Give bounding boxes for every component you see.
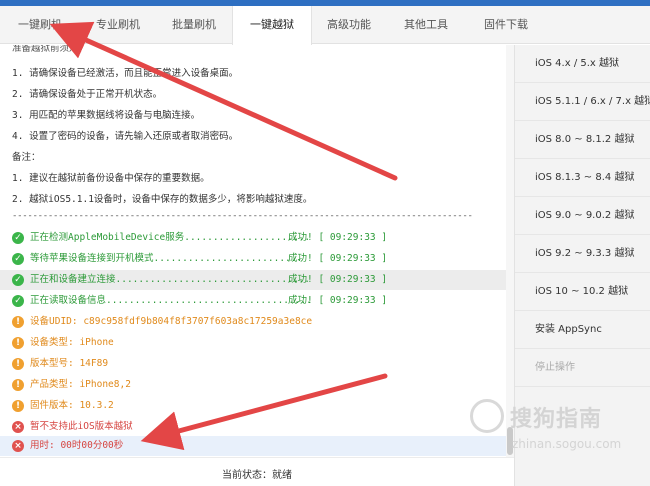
note-line: 备注： bbox=[12, 152, 41, 163]
log-scrollbar[interactable] bbox=[506, 45, 514, 457]
sogou-logo-icon bbox=[470, 399, 504, 433]
info-alert-icon: ! bbox=[12, 337, 24, 349]
log-row: ! 版本型号: 14F89 bbox=[0, 354, 514, 374]
log-row: ! 设备UDID: c89c958fdf9b804f8f3707f603a8c1… bbox=[0, 312, 514, 332]
note-line: 2. 越狱iOS5.1.1设备时，设备中保存的数据多少，将影响越狱速度。 bbox=[12, 194, 313, 205]
log-row: × 用时: 00时00分00秒 bbox=[0, 436, 514, 456]
ios10-10-2-jailbreak-button[interactable]: iOS 10 ~ 10.2 越狱 bbox=[515, 273, 650, 311]
success-check-icon: ✓ bbox=[12, 295, 24, 307]
log-row: ! 产品类型: iPhone8,2 bbox=[0, 375, 514, 395]
tab-other-tools[interactable]: 其他工具 bbox=[386, 6, 466, 44]
ios8-1-3-8-4-jailbreak-button[interactable]: iOS 8.1.3 ~ 8.4 越狱 bbox=[515, 159, 650, 197]
log-text: 等待苹果设备连接到开机模式.......................... bbox=[30, 253, 303, 264]
tab-batch-flash[interactable]: 批量刷机 bbox=[156, 6, 232, 44]
log-text: 正在和设备建立连接...............................… bbox=[30, 274, 310, 285]
log-text: 版本型号: 14F89 bbox=[30, 358, 109, 369]
ios511-7-jailbreak-button[interactable]: iOS 5.1.1 / 6.x / 7.x 越狱 bbox=[515, 83, 650, 121]
note-line: 1. 请确保设备已经激活，而且能正常进入设备桌面。 bbox=[12, 68, 239, 79]
log-result: 成功! [ 09:29:33 ] bbox=[288, 232, 388, 243]
log-text: 用时: 00时00分00秒 bbox=[30, 440, 124, 451]
ios8-0-8-1-2-jailbreak-button[interactable]: iOS 8.0 ~ 8.1.2 越狱 bbox=[515, 121, 650, 159]
log-row: ✓ 正在检测AppleMobileDevice服务...............… bbox=[0, 228, 514, 248]
tab-firmware-download[interactable]: 固件下载 bbox=[466, 6, 546, 44]
tab-advanced[interactable]: 高级功能 bbox=[312, 6, 386, 44]
log-row: ! 固件版本: 10.3.2 bbox=[0, 396, 514, 416]
success-check-icon: ✓ bbox=[12, 232, 24, 244]
ios9-2-9-3-3-jailbreak-button[interactable]: iOS 9.2 ~ 9.3.3 越狱 bbox=[515, 235, 650, 273]
log-text: 正在读取设备信息................................… bbox=[30, 295, 312, 306]
log-text: 正在检测AppleMobileDevice服务.................… bbox=[30, 232, 311, 243]
note-line: 4. 设置了密码的设备，请先输入还原或者取消密码。 bbox=[12, 131, 239, 142]
note-line: 2. 请确保设备处于正常开机状态。 bbox=[12, 89, 163, 100]
log-result: 成功! [ 09:29:33 ] bbox=[288, 253, 388, 264]
tab-pro-flash[interactable]: 专业刷机 bbox=[80, 6, 156, 44]
sogou-watermark: 搜狗指南 zhinan.sogou.com bbox=[470, 397, 650, 457]
log-text: 设备类型: iPhone bbox=[30, 337, 114, 348]
success-check-icon: ✓ bbox=[12, 253, 24, 265]
note-line: 1. 建议在越狱前备份设备中保存的重要数据。 bbox=[12, 173, 210, 184]
log-row: ✓ 等待苹果设备连接到开机模式.........................… bbox=[0, 249, 514, 269]
log-panel: 准备越狱前须知 1. 请确保设备已经激活，而且能正常进入设备桌面。 2. 请确保… bbox=[0, 45, 514, 457]
log-row: ✓ 正在读取设备信息..............................… bbox=[0, 291, 514, 311]
log-text: 暂不支持此iOS版本越狱 bbox=[30, 421, 133, 432]
install-appsync-button[interactable]: 安装 AppSync bbox=[515, 311, 650, 349]
status-bar: 当前状态：就绪 bbox=[0, 457, 514, 486]
log-row: × 暂不支持此iOS版本越狱 bbox=[0, 417, 514, 437]
log-row: ✓ 正在和设备建立连接.............................… bbox=[0, 270, 514, 290]
stop-operation-button[interactable]: 停止操作 bbox=[515, 349, 650, 387]
tab-one-click-jailbreak[interactable]: 一键越狱 bbox=[232, 6, 312, 45]
error-x-icon: × bbox=[12, 440, 24, 452]
success-check-icon: ✓ bbox=[12, 274, 24, 286]
ios4-5-jailbreak-button[interactable]: iOS 4.x / 5.x 越狱 bbox=[515, 45, 650, 83]
ios9-0-9-0-2-jailbreak-button[interactable]: iOS 9.0 ~ 9.0.2 越狱 bbox=[515, 197, 650, 235]
log-text: 固件版本: 10.3.2 bbox=[30, 400, 114, 411]
watermark-brand: 搜狗指南 bbox=[510, 406, 603, 432]
info-alert-icon: ! bbox=[12, 379, 24, 391]
info-alert-icon: ! bbox=[12, 316, 24, 328]
log-row: ! 设备类型: iPhone bbox=[0, 333, 514, 353]
log-result: 成功! [ 09:29:33 ] bbox=[288, 274, 388, 285]
notes-heading: 准备越狱前须知 bbox=[12, 45, 79, 54]
log-divider: ----------------------------------------… bbox=[12, 211, 473, 221]
watermark-url: zhinan.sogou.com bbox=[512, 437, 622, 451]
info-alert-icon: ! bbox=[12, 358, 24, 370]
info-alert-icon: ! bbox=[12, 400, 24, 412]
log-text: 设备UDID: c89c958fdf9b804f8f3707f603a8c172… bbox=[30, 316, 313, 327]
log-result: 成功! [ 09:29:33 ] bbox=[288, 295, 388, 306]
error-x-icon: × bbox=[12, 421, 24, 433]
tab-one-click-flash[interactable]: 一键刷机 bbox=[0, 6, 80, 44]
main-tab-bar: 一键刷机 专业刷机 批量刷机 一键越狱 高级功能 其他工具 固件下载 bbox=[0, 6, 650, 45]
log-text: 产品类型: iPhone8,2 bbox=[30, 379, 131, 390]
note-line: 3. 用匹配的苹果数据线将设备与电脑连接。 bbox=[12, 110, 201, 121]
